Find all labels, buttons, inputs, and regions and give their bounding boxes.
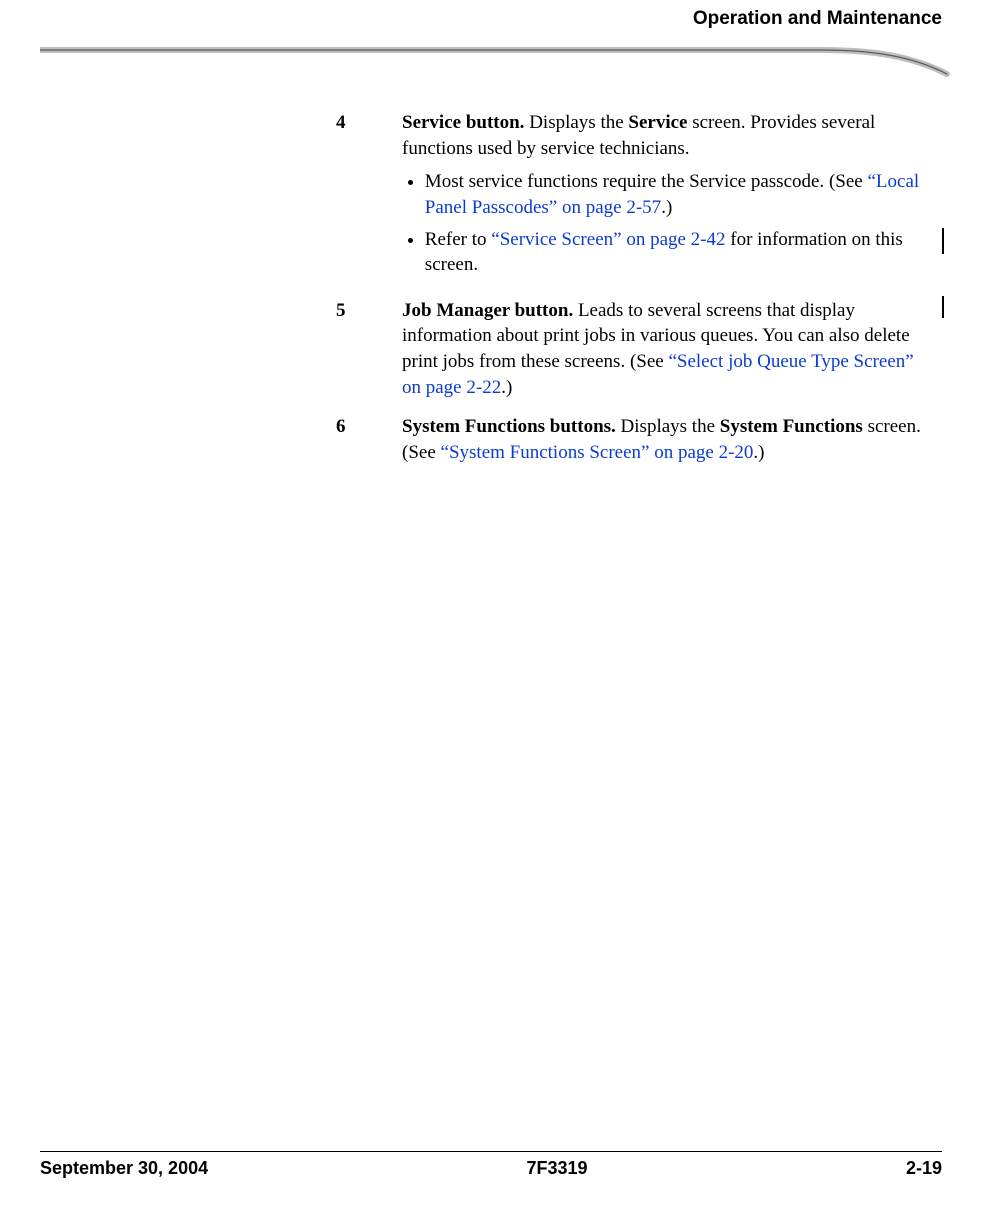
running-header: Operation and Maintenance: [693, 8, 942, 30]
item-number: 4: [336, 110, 402, 284]
item-title: System Functions buttons.: [402, 416, 616, 437]
change-bar-icon: [942, 296, 944, 318]
cross-reference-link[interactable]: “Service Screen” on page 2-42: [491, 229, 725, 250]
numbered-item: 6System Functions buttons. Displays the …: [336, 414, 924, 465]
item-body: Job Manager button. Leads to several scr…: [402, 298, 924, 401]
body-text: Most service functions require the Servi…: [425, 171, 868, 192]
body-text: Displays the: [616, 416, 720, 437]
change-bar-icon: [942, 228, 944, 254]
item-body: Service button. Displays the Service scr…: [402, 110, 924, 284]
numbered-item: 4Service button. Displays the Service sc…: [336, 110, 924, 284]
numbered-item: 5Job Manager button. Leads to several sc…: [336, 298, 924, 401]
body-text: .): [501, 377, 512, 398]
footer-page: 2-19: [906, 1158, 942, 1179]
footer-date: September 30, 2004: [40, 1158, 208, 1179]
body-text: Refer to: [425, 229, 491, 250]
footer-rule: [40, 1151, 942, 1152]
bold-text: System Functions: [720, 416, 863, 437]
item-number: 5: [336, 298, 402, 401]
footer-docnum: 7F3319: [527, 1158, 588, 1179]
body-text: .): [753, 442, 764, 463]
page-footer: September 30, 2004 7F3319 2-19: [40, 1151, 942, 1179]
bullet-item: Most service functions require the Servi…: [425, 169, 924, 220]
cross-reference-link[interactable]: “System Functions Screen” on page 2-20: [441, 442, 754, 463]
body-text: Displays the: [524, 112, 628, 133]
header-rule-swoosh: [40, 44, 962, 84]
item-number: 6: [336, 414, 402, 465]
item-title: Job Manager button.: [402, 300, 573, 321]
bold-text: Service: [628, 112, 687, 133]
bullet-list: Most service functions require the Servi…: [402, 169, 924, 278]
item-title: Service button.: [402, 112, 524, 133]
item-body: System Functions buttons. Displays the S…: [402, 414, 924, 465]
body-text: .): [661, 197, 672, 218]
page: Operation and Maintenance 4Service butto…: [0, 0, 982, 1207]
bullet-item: Refer to “Service Screen” on page 2-42 f…: [425, 227, 924, 278]
body-content: 4Service button. Displays the Service sc…: [336, 110, 924, 480]
